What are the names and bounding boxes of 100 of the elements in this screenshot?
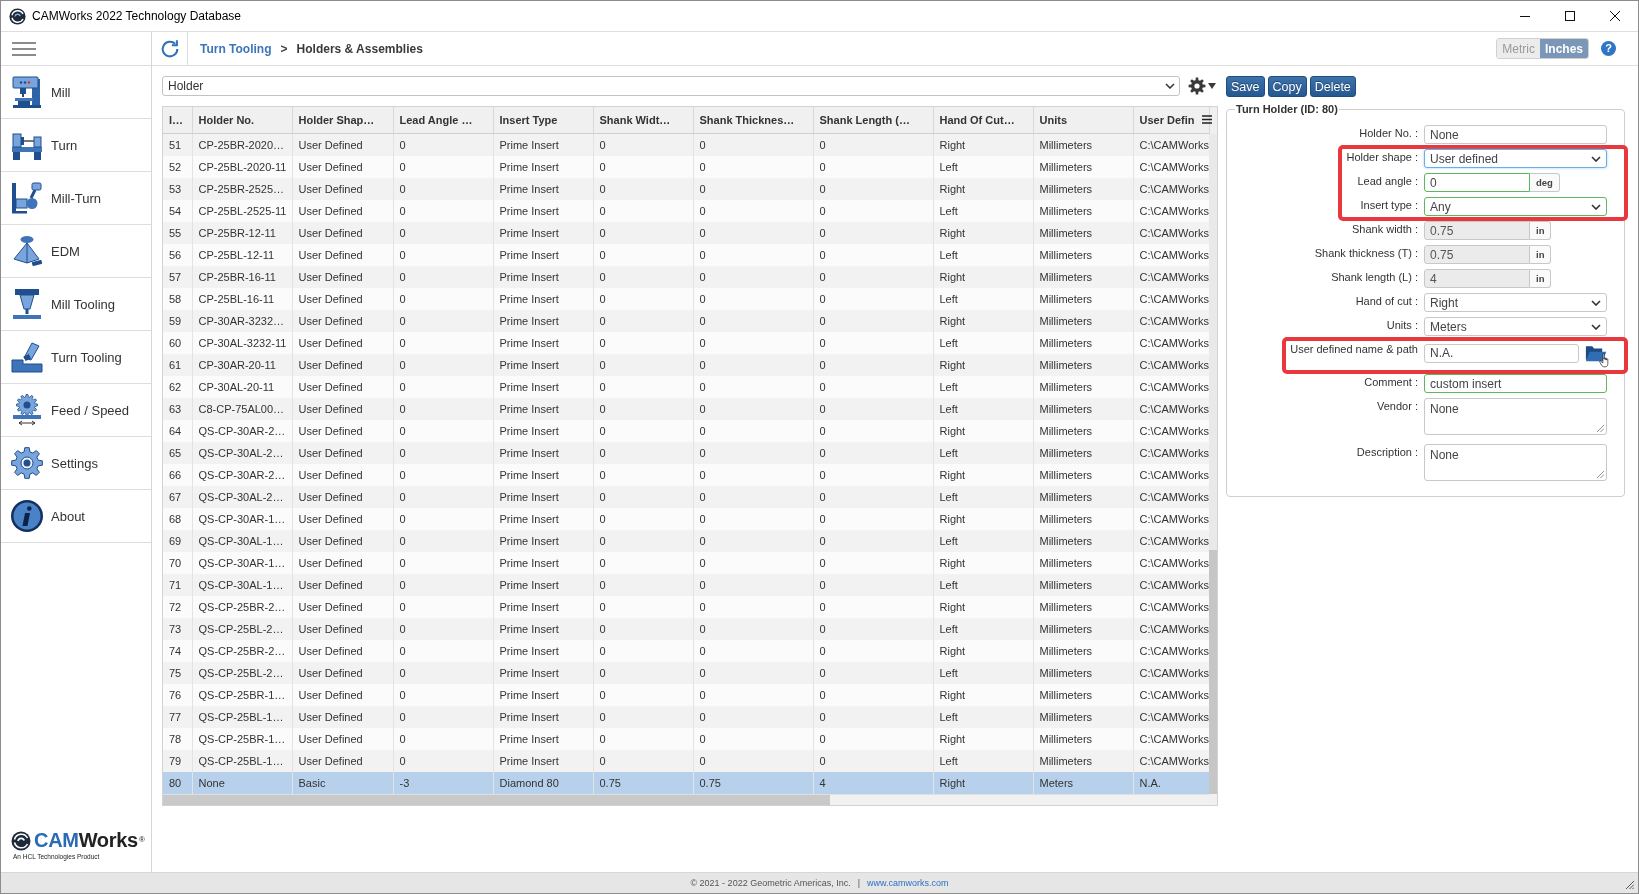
text-area[interactable]: None xyxy=(1424,398,1607,435)
table-row[interactable]: 76 QS-CP-25BR-1… User Defined 0 Prime Insert 0 0 0 Right Millimeters C:\CAMWorks xyxy=(163,684,1209,706)
text-field[interactable]: None xyxy=(1424,125,1607,144)
text-field[interactable]: custom insert xyxy=(1424,374,1607,393)
table-row[interactable]: 58 CP-25BL-16-11 User Defined 0 Prime Insert 0 0 0 Left Millimeters C:\CAMWorks xyxy=(163,288,1209,310)
column-header[interactable]: Holder Shap… xyxy=(292,107,393,134)
table-row[interactable]: 53 CP-25BR-2525… User Defined 0 Prime Insert 0 0 0 Right Millimeters C:\CAMWorks xyxy=(163,178,1209,200)
sidebar-item[interactable]: EDM xyxy=(1,225,151,278)
table-row[interactable]: 52 CP-25BL-2020-11 User Defined 0 Prime Insert 0 0 0 Left Millimeters C:\CAMWorks xyxy=(163,156,1209,178)
category-dropdown[interactable]: Holder xyxy=(162,76,1180,96)
table-row[interactable]: 54 CP-25BL-2525-11 User Defined 0 Prime Insert 0 0 0 Left Millimeters C:\CAMWorks xyxy=(163,200,1209,222)
column-header[interactable]: User Defin xyxy=(1133,107,1209,134)
dropdown-field[interactable]: User defined xyxy=(1424,149,1607,168)
field-label: Units : xyxy=(1386,318,1418,331)
chevron-down-icon xyxy=(1165,83,1175,89)
table-row[interactable]: 80 None Basic -3 Diamond 80 0.75 0.75 4 Right Meters N.A. xyxy=(163,772,1209,794)
table-row[interactable]: 71 QS-CP-30AL-1… User Defined 0 Prime Insert 0 0 0 Left Millimeters C:\CAMWorks xyxy=(163,574,1209,596)
table-row[interactable]: 61 CP-30AR-20-11 User Defined 0 Prime Insert 0 0 0 Right Millimeters C:\CAMWorks xyxy=(163,354,1209,376)
dropdown-field[interactable]: Meters xyxy=(1424,317,1607,336)
window-title: CAMWorks 2022 Technology Database xyxy=(32,9,241,23)
breadcrumb-link[interactable]: Turn Tooling xyxy=(200,41,272,56)
column-header[interactable]: Insert Type xyxy=(493,107,593,134)
sidebar-item[interactable]: About xyxy=(1,490,151,543)
table-row[interactable]: 65 QS-CP-30AL-2… User Defined 0 Prime Insert 0 0 0 Left Millimeters C:\CAMWorks xyxy=(163,442,1209,464)
table-row[interactable]: 63 C8-CP-75AL00… User Defined 0 Prime Insert 0 0 0 Left Millimeters C:\CAMWorks xyxy=(163,398,1209,420)
field-label: Description : xyxy=(1356,445,1418,458)
table-row[interactable]: 75 QS-CP-25BL-2… User Defined 0 Prime Insert 0 0 0 Left Millimeters C:\CAMWorks xyxy=(163,662,1209,684)
caret-down-icon[interactable] xyxy=(1208,83,1216,89)
field-label: Shank length (L) : xyxy=(1331,270,1418,283)
column-header[interactable]: Holder No. xyxy=(192,107,292,134)
field-label: Comment : xyxy=(1364,375,1418,388)
copyright-text: © 2021 - 2022 Geometric Americas, Inc. xyxy=(690,878,851,888)
table-row[interactable]: 70 QS-CP-30AR-1… User Defined 0 Prime Insert 0 0 0 Right Millimeters C:\CAMWorks xyxy=(163,552,1209,574)
dropdown-field[interactable]: Right xyxy=(1424,293,1607,312)
dropdown-field[interactable]: Any xyxy=(1424,197,1607,216)
column-header[interactable]: Lead Angle … xyxy=(393,107,493,134)
settings-icon[interactable] xyxy=(1188,77,1206,95)
action-button[interactable]: Delete xyxy=(1309,76,1356,97)
action-button[interactable]: Copy xyxy=(1267,76,1307,97)
unit-addon: in xyxy=(1530,269,1552,288)
table-row[interactable]: 78 QS-CP-25BR-1… User Defined 0 Prime Insert 0 0 0 Right Millimeters C:\CAMWorks xyxy=(163,728,1209,750)
sidebar-item[interactable]: Feed / Speed xyxy=(1,384,151,437)
table-row[interactable]: 60 CP-30AL-3232-11 User Defined 0 Prime Insert 0 0 0 Left Millimeters C:\CAMWorks xyxy=(163,332,1209,354)
column-header[interactable]: Shank Thicknes… xyxy=(693,107,813,134)
table-row[interactable]: 77 QS-CP-25BL-1… User Defined 0 Prime Insert 0 0 0 Left Millimeters C:\CAMWorks xyxy=(163,706,1209,728)
field-label: Hand of cut : xyxy=(1355,294,1418,307)
unit-addon: in xyxy=(1530,221,1552,240)
table-row[interactable]: 69 QS-CP-30AL-1… User Defined 0 Prime Insert 0 0 0 Left Millimeters C:\CAMWorks xyxy=(163,530,1209,552)
column-menu-icon[interactable] xyxy=(1202,115,1212,124)
sidebar-item[interactable]: Turn xyxy=(1,119,151,172)
text-area[interactable]: None xyxy=(1424,444,1607,481)
table-row[interactable]: 68 QS-CP-30AR-1… User Defined 0 Prime Insert 0 0 0 Right Millimeters C:\CAMWorks xyxy=(163,508,1209,530)
table-row[interactable]: 74 QS-CP-25BR-2… User Defined 0 Prime Insert 0 0 0 Right Millimeters C:\CAMWorks xyxy=(163,640,1209,662)
column-header[interactable]: Shank Widt… xyxy=(593,107,693,134)
panel-legend: Turn Holder (ID: 80) xyxy=(1235,103,1339,115)
vertical-scrollbar[interactable] xyxy=(1209,134,1217,794)
column-header[interactable]: Units xyxy=(1033,107,1133,134)
table-row[interactable]: 51 CP-25BR-2020… User Defined 0 Prime Insert 0 0 0 Right Millimeters C:\CAMWorks xyxy=(163,133,1209,156)
website-link[interactable]: www.camworks.com xyxy=(867,878,949,888)
sidebar-item[interactable]: Settings xyxy=(1,437,151,490)
turning-tool-icon xyxy=(10,340,44,374)
chevron-down-icon xyxy=(1591,155,1601,162)
column-header[interactable]: I… xyxy=(163,107,192,134)
sidebar-item[interactable]: Mill-Turn xyxy=(1,172,151,225)
sidebar-item[interactable]: Turn Tooling xyxy=(1,331,151,384)
scrollbar-thumb[interactable] xyxy=(1209,550,1217,794)
tool-holder-icon xyxy=(10,287,44,321)
table-row[interactable]: 79 QS-CP-25BL-1… User Defined 0 Prime Insert 0 0 0 Left Millimeters C:\CAMWorks xyxy=(163,750,1209,772)
table-row[interactable]: 72 QS-CP-25BR-2… User Defined 0 Prime Insert 0 0 0 Right Millimeters C:\CAMWorks xyxy=(163,596,1209,618)
folder-icon[interactable] xyxy=(1585,343,1607,363)
table-row[interactable]: 59 CP-30AR-3232… User Defined 0 Prime Insert 0 0 0 Right Millimeters C:\CAMWorks xyxy=(163,310,1209,332)
saw-blade-icon xyxy=(10,393,44,427)
menu-icon[interactable] xyxy=(12,41,36,56)
table-row[interactable]: 56 CP-25BL-12-11 User Defined 0 Prime Insert 0 0 0 Left Millimeters C:\CAMWorks xyxy=(163,244,1209,266)
table-row[interactable]: 66 QS-CP-30AR-2… User Defined 0 Prime Insert 0 0 0 Right Millimeters C:\CAMWorks xyxy=(163,464,1209,486)
swirl-logo-icon xyxy=(11,831,31,851)
resize-grip-icon[interactable] xyxy=(1624,879,1634,889)
table-row[interactable]: 57 CP-25BR-16-11 User Defined 0 Prime Insert 0 0 0 Right Millimeters C:\CAMWorks xyxy=(163,266,1209,288)
scrollbar-thumb[interactable] xyxy=(163,795,830,805)
table-row[interactable]: 55 CP-25BR-12-11 User Defined 0 Prime Insert 0 0 0 Right Millimeters C:\CAMWorks xyxy=(163,222,1209,244)
resize-grip-icon[interactable] xyxy=(1596,470,1604,478)
table-row[interactable]: 64 QS-CP-30AR-2… User Defined 0 Prime Insert 0 0 0 Right Millimeters C:\CAMWorks xyxy=(163,420,1209,442)
number-field[interactable]: 0 xyxy=(1424,173,1530,192)
sidebar-item[interactable]: Mill xyxy=(1,66,151,119)
close-icon[interactable] xyxy=(1610,11,1620,21)
table-row[interactable]: 73 QS-CP-25BL-2… User Defined 0 Prime Insert 0 0 0 Left Millimeters C:\CAMWorks xyxy=(163,618,1209,640)
column-header[interactable]: Hand Of Cut… xyxy=(933,107,1033,134)
path-field[interactable]: N.A. xyxy=(1424,343,1580,363)
table-row[interactable]: 62 CP-30AL-20-11 User Defined 0 Prime Insert 0 0 0 Left Millimeters C:\CAMWorks xyxy=(163,376,1209,398)
horizontal-scrollbar[interactable] xyxy=(163,794,1209,805)
sidebar-item[interactable]: Mill Tooling xyxy=(1,278,151,331)
table-row[interactable]: 67 QS-CP-30AL-2… User Defined 0 Prime Insert 0 0 0 Left Millimeters C:\CAMWorks xyxy=(163,486,1209,508)
breadcrumb-current: Holders & Assemblies xyxy=(296,41,423,56)
action-button[interactable]: Save xyxy=(1226,76,1265,97)
maximize-icon[interactable] xyxy=(1565,11,1575,21)
chevron-down-icon xyxy=(1591,299,1601,306)
field-label: Holder shape : xyxy=(1346,150,1418,163)
help-button[interactable]: ? xyxy=(1601,41,1616,56)
resize-grip-icon[interactable] xyxy=(1596,424,1604,432)
column-header[interactable]: Shank Length (… xyxy=(813,107,933,134)
